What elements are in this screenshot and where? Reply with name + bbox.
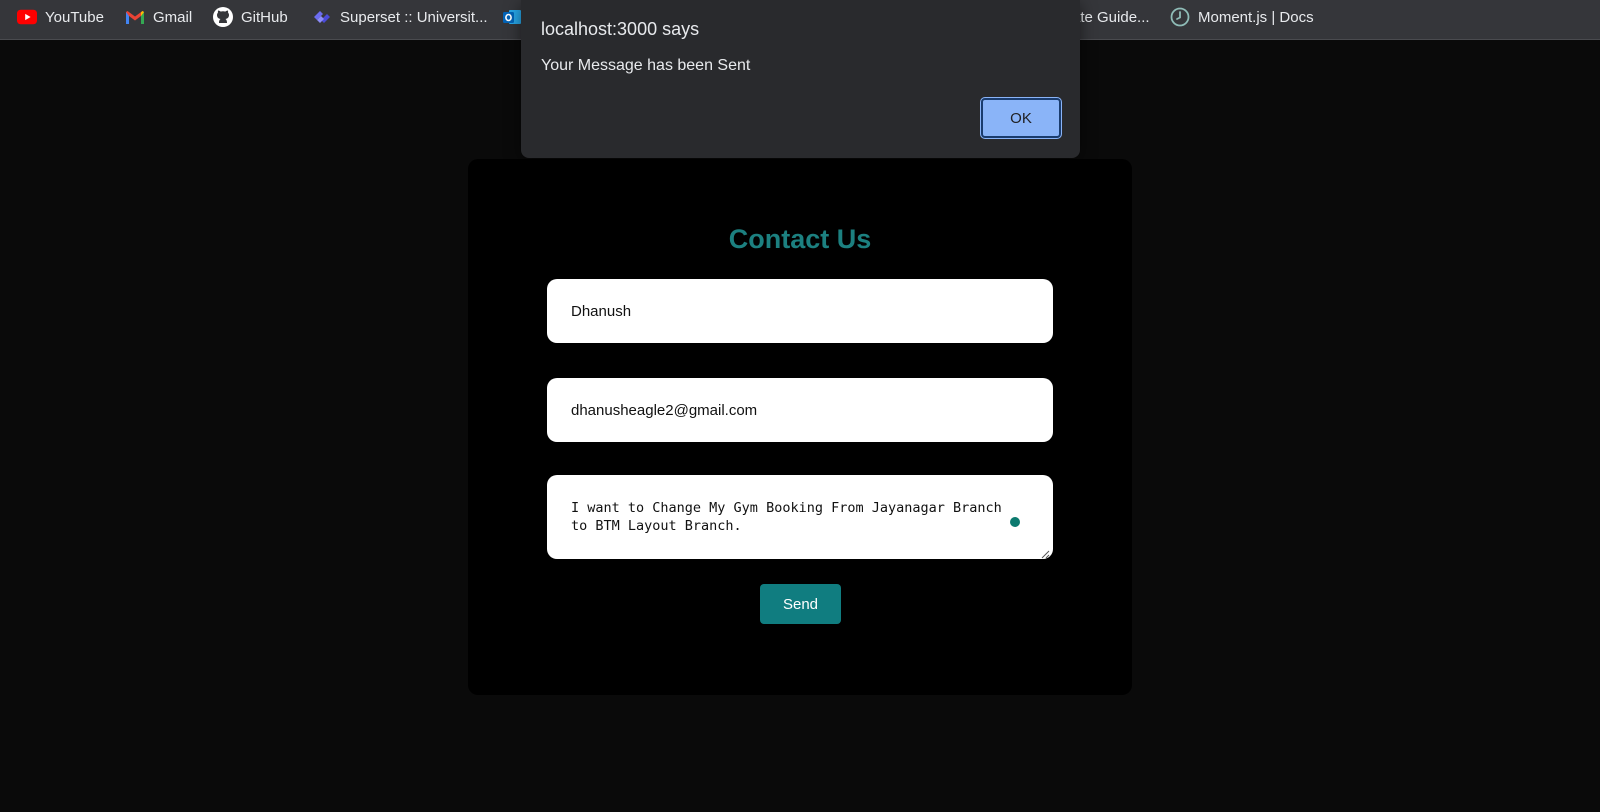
- superset-icon: [312, 7, 332, 27]
- bookmark-github[interactable]: GitHub: [213, 0, 288, 34]
- bookmark-youtube[interactable]: YouTube: [17, 0, 104, 34]
- github-icon: [213, 7, 233, 27]
- outlook-icon: [502, 7, 522, 27]
- contact-title: Contact Us: [728, 224, 872, 254]
- clock-icon: [1170, 7, 1190, 27]
- email-value: dhanusheagle2@gmail.com: [571, 401, 758, 419]
- bookmark-label: GitHub: [241, 8, 288, 26]
- bookmark-momentjs[interactable]: Moment.js | Docs: [1170, 0, 1314, 34]
- bookmark-superset[interactable]: Superset :: Universit...: [312, 0, 488, 34]
- contact-form-card: Contact Us Dhanush dhanusheagle2@gmail.c…: [468, 159, 1132, 695]
- cursor-dot: [1010, 517, 1020, 527]
- name-value: Dhanush: [571, 302, 632, 320]
- message-value: I want to Change My Gym Booking From Jay…: [571, 500, 1002, 534]
- bookmark-label: ate Guide...: [1072, 8, 1150, 26]
- message-textarea[interactable]: I want to Change My Gym Booking From Jay…: [547, 475, 1053, 559]
- name-field[interactable]: Dhanush: [547, 279, 1053, 343]
- youtube-icon: [17, 7, 37, 27]
- gmail-icon: [125, 7, 145, 27]
- email-field[interactable]: dhanusheagle2@gmail.com: [547, 378, 1053, 442]
- bookmark-guide[interactable]: ate Guide...: [1072, 0, 1150, 34]
- bookmark-gmail[interactable]: Gmail: [125, 0, 192, 34]
- send-button[interactable]: Send: [760, 584, 841, 624]
- bookmark-label: Moment.js | Docs: [1198, 8, 1314, 26]
- alert-message: Your Message has been Sent: [541, 57, 751, 74]
- bookmark-label: Superset :: Universit...: [340, 8, 488, 26]
- bookmark-outlook[interactable]: [502, 0, 522, 34]
- resize-handle-icon[interactable]: [1040, 546, 1050, 559]
- bookmark-label: YouTube: [45, 8, 104, 26]
- bookmark-label: Gmail: [153, 8, 193, 26]
- alert-dialog: localhost:3000 says Your Message has bee…: [521, 0, 1080, 158]
- alert-title: localhost:3000 says: [541, 19, 700, 39]
- ok-button[interactable]: OK: [981, 98, 1061, 138]
